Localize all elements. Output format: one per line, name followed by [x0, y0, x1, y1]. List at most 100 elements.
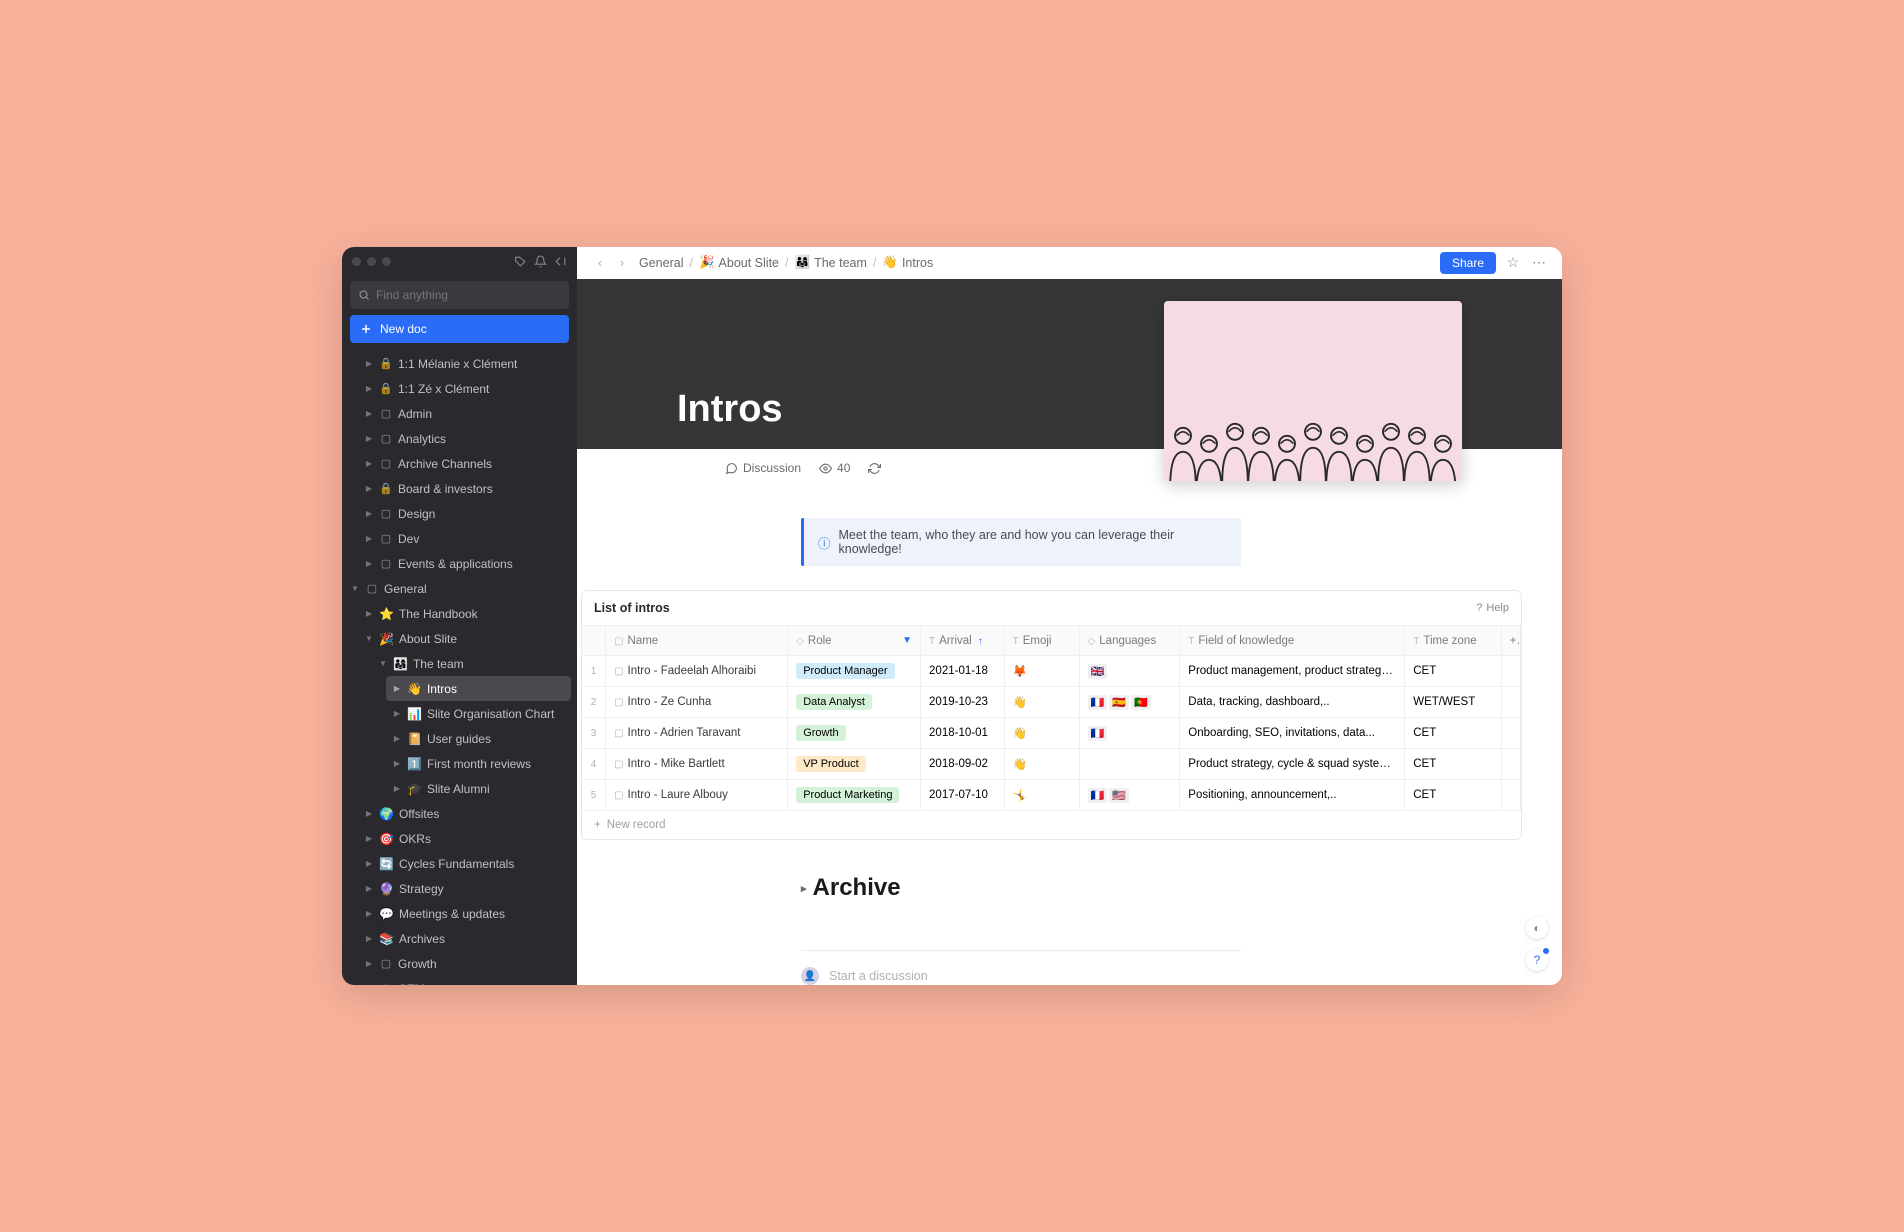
chevron-icon[interactable]: [364, 884, 374, 893]
sidebar-item[interactable]: ⭐The Handbook: [342, 601, 577, 626]
table-row[interactable]: 3▢Intro - Adrien TaravantGrowth2018-10-0…: [582, 718, 1521, 749]
sidebar-item[interactable]: ▢Dev: [342, 526, 577, 551]
emoji-cell[interactable]: 👋: [1004, 749, 1079, 780]
column-header-emoji[interactable]: TEmoji: [1004, 626, 1079, 656]
maximize-window[interactable]: [382, 257, 391, 266]
arrival-cell[interactable]: 2018-10-01: [921, 718, 1005, 749]
chevron-icon[interactable]: [378, 659, 388, 668]
languages-cell[interactable]: 🇫🇷🇪🇸🇵🇹: [1079, 687, 1180, 718]
table-row[interactable]: 2▢Intro - Ze CunhaData Analyst2019-10-23…: [582, 687, 1521, 718]
sidebar-item[interactable]: 🔒1:1 Mélanie x Clément: [342, 351, 577, 376]
timezone-cell[interactable]: CET: [1405, 780, 1501, 811]
sidebar-item[interactable]: ▢Admin: [342, 401, 577, 426]
chevron-icon[interactable]: [364, 409, 374, 418]
chevron-icon[interactable]: [364, 909, 374, 918]
role-cell[interactable]: Growth: [788, 718, 921, 749]
new-doc-button[interactable]: New doc: [350, 315, 569, 343]
add-column-button[interactable]: +: [1501, 626, 1520, 656]
chevron-icon[interactable]: [392, 784, 402, 793]
sidebar-item[interactable]: 🌍Offsites: [342, 801, 577, 826]
sidebar-item[interactable]: 💬Meetings & updates: [342, 901, 577, 926]
timezone-cell[interactable]: CET: [1405, 718, 1501, 749]
languages-cell[interactable]: [1079, 749, 1180, 780]
role-cell[interactable]: Data Analyst: [788, 687, 921, 718]
chevron-icon[interactable]: [364, 609, 374, 618]
new-record-button[interactable]: + New record: [582, 810, 1521, 839]
chevron-icon[interactable]: [350, 584, 360, 593]
discussion-link[interactable]: Discussion: [725, 461, 801, 475]
table-row[interactable]: 5▢Intro - Laure AlbouyProduct Marketing2…: [582, 780, 1521, 811]
star-icon[interactable]: ☆: [1504, 254, 1522, 271]
help-button[interactable]: ?: [1526, 949, 1548, 971]
sidebar-item[interactable]: ▢Events & applications: [342, 551, 577, 576]
sidebar-item[interactable]: ▢Design: [342, 501, 577, 526]
field-cell[interactable]: Onboarding, SEO, invitations, data...: [1180, 718, 1405, 749]
name-cell[interactable]: ▢Intro - Ze Cunha: [606, 687, 788, 718]
arrival-cell[interactable]: 2021-01-18: [921, 656, 1005, 687]
chevron-icon[interactable]: [364, 984, 374, 985]
role-cell[interactable]: VP Product: [788, 749, 921, 780]
tag-icon[interactable]: [513, 254, 527, 268]
sidebar-item[interactable]: 🔒1:1 Zé x Clément: [342, 376, 577, 401]
chevron-icon[interactable]: [364, 434, 374, 443]
close-window[interactable]: [352, 257, 361, 266]
arrival-cell[interactable]: 2017-07-10: [921, 780, 1005, 811]
arrival-cell[interactable]: 2018-09-02: [921, 749, 1005, 780]
field-cell[interactable]: Product management, product strategy, us…: [1180, 656, 1405, 687]
discussion-composer[interactable]: 👤 Start a discussion: [801, 950, 1241, 985]
sidebar-item[interactable]: 🔄Cycles Fundamentals: [342, 851, 577, 876]
share-button[interactable]: Share: [1440, 252, 1496, 274]
chevron-icon[interactable]: [392, 709, 402, 718]
views-count[interactable]: 40: [819, 461, 850, 475]
role-cell[interactable]: Product Marketing: [788, 780, 921, 811]
search-field[interactable]: [376, 288, 561, 302]
chevron-icon[interactable]: [364, 459, 374, 468]
sidebar-item[interactable]: ▢Archive Channels: [342, 451, 577, 476]
languages-cell[interactable]: 🇫🇷🇺🇸: [1079, 780, 1180, 811]
languages-cell[interactable]: 🇫🇷: [1079, 718, 1180, 749]
emoji-cell[interactable]: 🦊: [1004, 656, 1079, 687]
search-input[interactable]: [350, 281, 569, 309]
collapse-sidebar-icon[interactable]: [553, 254, 567, 268]
field-cell[interactable]: Data, tracking, dashboard,..: [1180, 687, 1405, 718]
chevron-icon[interactable]: [364, 809, 374, 818]
sidebar-item[interactable]: ▢Growth: [342, 951, 577, 976]
sidebar-item[interactable]: ▢Analytics: [342, 426, 577, 451]
chevron-icon[interactable]: [364, 834, 374, 843]
breadcrumb-item[interactable]: General: [639, 256, 683, 270]
sidebar-item[interactable]: ▢General: [342, 576, 577, 601]
sidebar-item[interactable]: 📊Slite Organisation Chart: [342, 701, 577, 726]
chevron-icon[interactable]: [364, 559, 374, 568]
role-cell[interactable]: Product Manager: [788, 656, 921, 687]
bell-icon[interactable]: [533, 254, 547, 268]
sidebar-item[interactable]: 🔮Strategy: [342, 876, 577, 901]
arrival-cell[interactable]: 2019-10-23: [921, 687, 1005, 718]
column-header-role[interactable]: ◇Role▼: [788, 626, 921, 656]
filter-icon[interactable]: ▼: [902, 635, 912, 646]
column-header-name[interactable]: ▢Name: [606, 626, 788, 656]
sidebar-item[interactable]: 1️⃣First month reviews: [342, 751, 577, 776]
breadcrumb-item[interactable]: 👋Intros: [882, 255, 933, 270]
languages-cell[interactable]: 🇬🇧: [1079, 656, 1180, 687]
emoji-picker-button[interactable]: ◐: [1526, 917, 1548, 939]
archive-heading[interactable]: ▸ Archive: [801, 874, 1562, 902]
name-cell[interactable]: ▢Intro - Mike Bartlett: [606, 749, 788, 780]
field-cell[interactable]: Product strategy, cycle & squad systems,…: [1180, 749, 1405, 780]
name-cell[interactable]: ▢Intro - Fadeelah Alhoraibi: [606, 656, 788, 687]
timezone-cell[interactable]: WET/WEST: [1405, 687, 1501, 718]
column-header-languages[interactable]: ◇Languages: [1079, 626, 1180, 656]
chevron-icon[interactable]: [392, 684, 402, 693]
table-help-button[interactable]: ? Help: [1476, 602, 1509, 614]
chevron-icon[interactable]: [364, 934, 374, 943]
breadcrumb-item[interactable]: 🎉About Slite: [699, 255, 779, 270]
minimize-window[interactable]: [367, 257, 376, 266]
sidebar-item[interactable]: 🎯OKRs: [342, 826, 577, 851]
name-cell[interactable]: ▢Intro - Laure Albouy: [606, 780, 788, 811]
column-header-arrival[interactable]: TArrival↑: [921, 626, 1005, 656]
table-row[interactable]: 1▢Intro - Fadeelah AlhoraibiProduct Mana…: [582, 656, 1521, 687]
refresh-button[interactable]: [868, 462, 881, 475]
chevron-icon[interactable]: [364, 384, 374, 393]
more-icon[interactable]: ⋯: [1530, 254, 1548, 271]
emoji-cell[interactable]: 👋: [1004, 718, 1079, 749]
timezone-cell[interactable]: CET: [1405, 749, 1501, 780]
